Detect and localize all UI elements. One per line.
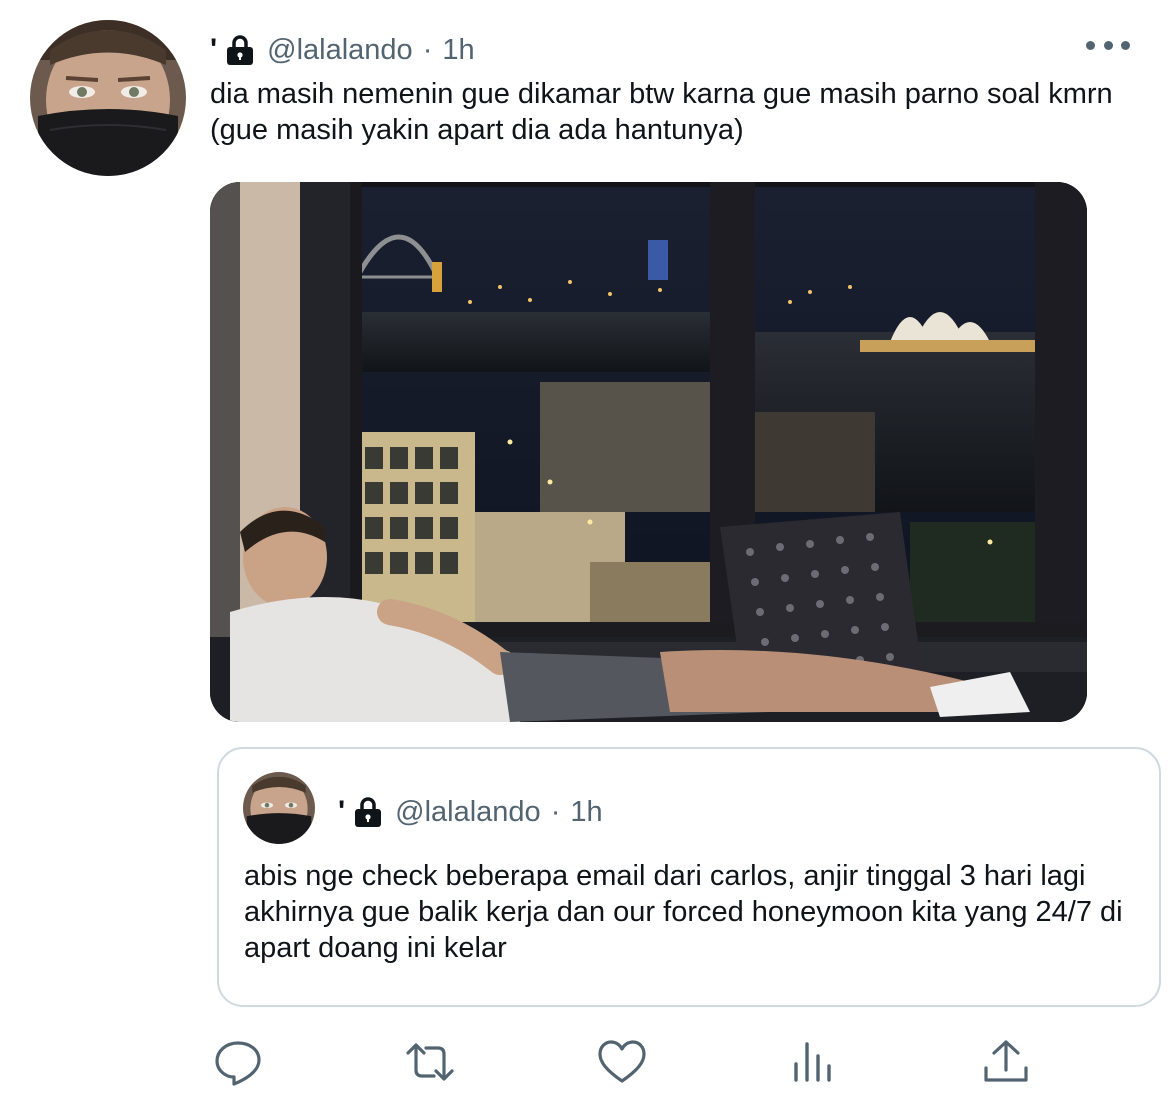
separator-dot: · [422,33,433,66]
heart-icon[interactable] [596,1036,648,1088]
user-handle[interactable]: @lalalando [267,34,413,67]
timestamp[interactable]: 1h [442,34,474,67]
quoted-timestamp[interactable]: 1h [570,796,602,829]
retweet-icon[interactable] [404,1036,456,1088]
display-name[interactable]: ' [210,35,217,65]
tweet-text: dia masih nemenin gue dikamar btw karna … [210,78,1113,146]
share-icon[interactable] [980,1036,1032,1088]
analytics-icon[interactable] [788,1036,840,1088]
reply-icon[interactable] [212,1036,264,1088]
tweet-photo[interactable] [210,182,1087,722]
separator-dot: · [550,795,561,828]
quoted-display-name[interactable]: ' [338,797,345,827]
lock-icon [225,34,255,66]
lock-icon [353,796,383,828]
tweet-header: ' @lalalando · 1h [210,30,475,70]
quoted-user-handle[interactable]: @lalalando [395,796,541,829]
avatar[interactable] [30,20,186,176]
quoted-avatar[interactable] [243,772,315,844]
quoted-tweet-header: ' @lalalando · 1h [338,792,603,832]
more-horizontal-icon[interactable] [1086,30,1130,60]
quoted-tweet-text: abis nge check beberapa email dari carlo… [244,860,1123,964]
